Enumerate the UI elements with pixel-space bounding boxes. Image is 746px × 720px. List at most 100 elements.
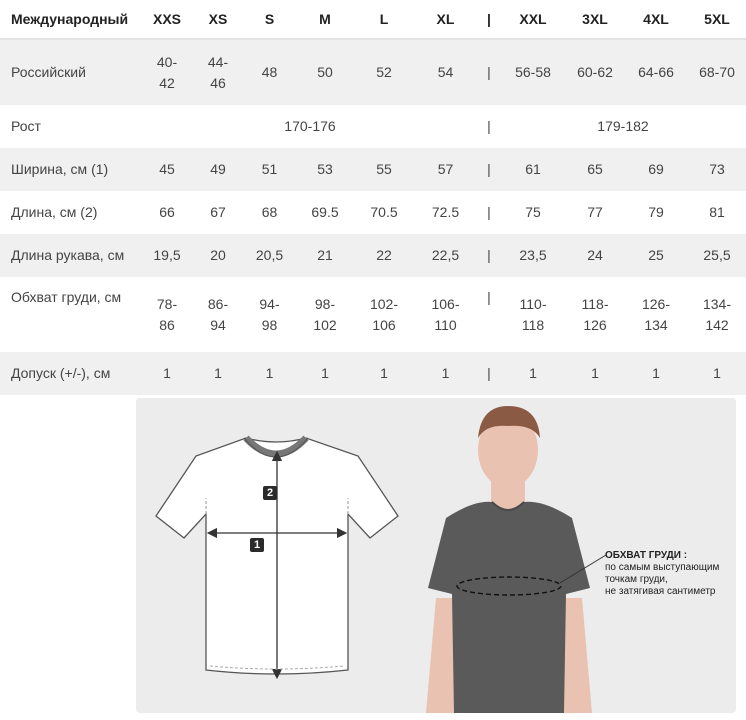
column-header: XL [413,0,478,40]
table-cell: 1 [142,352,192,395]
column-separator: | [478,277,500,352]
column-header: 4XL [624,0,688,40]
table-cell: 66 [142,191,192,234]
row-sleeve-length: Длина рукава, см 19,5 20 20,5 21 22 22,5… [0,234,746,277]
table-cell: 98- 102 [295,277,355,352]
column-header: M [295,0,355,40]
table-cell: 55 [355,148,413,191]
table-cell: 23,5 [500,234,566,277]
table-cell: 106- 110 [413,277,478,352]
row-label: Рост [0,105,142,148]
table-cell: 20,5 [244,234,295,277]
table-cell: 94- 98 [244,277,295,352]
table-cell: 54 [413,39,478,105]
header-row: Международный XXS XS S M L XL | XXL 3XL … [0,0,746,40]
table-cell: 69.5 [295,191,355,234]
table-cell: 25,5 [688,234,746,277]
column-header: L [355,0,413,40]
column-separator: | [478,105,500,148]
size-chart-table: Международный XXS XS S M L XL | XXL 3XL … [0,0,746,395]
row-chest: Обхват груди, см 78- 86 86- 94 94- 98 98- 10… [0,277,746,352]
chest-note-line: не затягивая сантиметр [605,586,716,597]
column-header: S [244,0,295,40]
table-cell: 126- 134 [624,277,688,352]
row-label: Российский [0,39,142,105]
table-cell: 51 [244,148,295,191]
width-badge: 1 [250,538,264,552]
table-cell: 20 [192,234,244,277]
column-header: 3XL [566,0,624,40]
table-cell: 49 [192,148,244,191]
table-cell: 1 [566,352,624,395]
chest-measure-note: ОБХВАТ ГРУДИ : по самым выступающим точк… [605,550,736,598]
table-cell: 57 [413,148,478,191]
table-cell: 81 [688,191,746,234]
column-header: Международный [0,0,142,40]
row-label: Ширина, см (1) [0,148,142,191]
chest-note-line: точкам груди, [605,574,668,585]
table-cell: 70.5 [355,191,413,234]
table-cell: 45 [142,148,192,191]
table-cell: 134- 142 [688,277,746,352]
table-cell: 50 [295,39,355,105]
table-cell: 67 [192,191,244,234]
column-header: XXL [500,0,566,40]
table-cell-merged: 170-176 [142,105,478,148]
table-cell: 86- 94 [192,277,244,352]
row-label: Допуск (+/-), см [0,352,142,395]
table-cell: 24 [566,234,624,277]
table-cell: 73 [688,148,746,191]
column-separator: | [478,39,500,105]
table-cell: 21 [295,234,355,277]
table-cell: 77 [566,191,624,234]
table-cell: 1 [355,352,413,395]
row-label: Длина, см (2) [0,191,142,234]
chest-note-line: по самым выступающим [605,562,720,573]
column-separator: | [478,148,500,191]
column-separator: | [478,234,500,277]
tshirt-diagram [155,435,399,680]
table-cell: 118- 126 [566,277,624,352]
table-cell: 61 [500,148,566,191]
row-length: Длина, см (2) 66 67 68 69.5 70.5 72.5 | … [0,191,746,234]
table-cell-merged: 179-182 [500,105,746,148]
chest-note-title: ОБХВАТ ГРУДИ : [605,550,688,561]
table-cell: 1 [688,352,746,395]
table-cell: 68-70 [688,39,746,105]
column-separator: | [478,352,500,395]
row-height: Рост 170-176 | 179-182 [0,105,746,148]
length-badge: 2 [263,486,277,500]
table-cell: 65 [566,148,624,191]
table-cell: 64-66 [624,39,688,105]
table-cell: 25 [624,234,688,277]
column-separator: | [478,191,500,234]
table-cell: 1 [244,352,295,395]
man-figure [426,406,607,713]
table-cell: 75 [500,191,566,234]
table-cell: 56-58 [500,39,566,105]
row-label: Длина рукава, см [0,234,142,277]
table-cell: 78- 86 [142,277,192,352]
table-cell: 110- 118 [500,277,566,352]
table-cell: 22,5 [413,234,478,277]
table-cell: 1 [624,352,688,395]
table-cell: 102- 106 [355,277,413,352]
table-cell: 72.5 [413,191,478,234]
table-cell: 68 [244,191,295,234]
table-cell: 52 [355,39,413,105]
column-header: 5XL [688,0,746,40]
column-header: XS [192,0,244,40]
table-cell: 1 [500,352,566,395]
table-cell: 53 [295,148,355,191]
table-cell: 40- 42 [142,39,192,105]
table-cell: 22 [355,234,413,277]
measurement-figure-panel: 2 1 ОБХВАТ ГРУДИ : по самым выступающим … [136,398,736,713]
table-cell: 19,5 [142,234,192,277]
column-separator: | [478,0,500,40]
table-cell: 1 [413,352,478,395]
table-cell: 44- 46 [192,39,244,105]
table-cell: 79 [624,191,688,234]
column-header: XXS [142,0,192,40]
table-cell: 1 [295,352,355,395]
table-cell: 60-62 [566,39,624,105]
